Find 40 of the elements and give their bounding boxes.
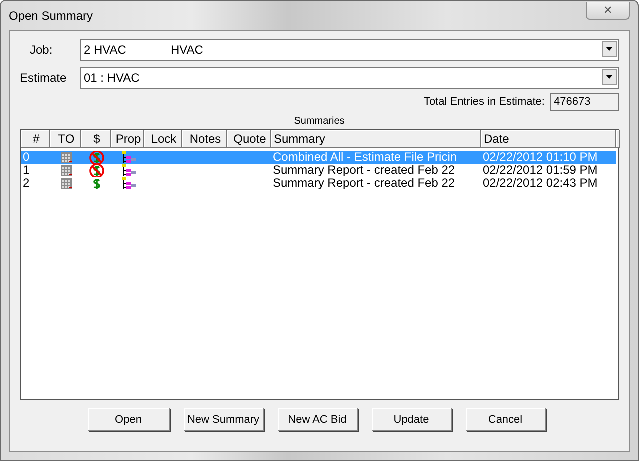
table-cell-text: Summary Report - created Feb 22	[272, 164, 456, 177]
table-cell-text: 1	[22, 164, 31, 177]
column-header[interactable]: Notes	[182, 130, 227, 148]
summaries-caption: Summaries	[294, 116, 345, 127]
column-header[interactable]: TO	[50, 130, 81, 148]
table-cell-text: Summary Report - created Feb 22	[272, 177, 456, 190]
column-header[interactable]: Lock	[144, 130, 182, 148]
total-entries-field: 476673	[550, 93, 619, 111]
estimate-dropdown[interactable]: 01 : HVAC	[80, 67, 619, 89]
list-row[interactable]: 1 Summary Report - created Feb 22 02/22/2012 01:59 PM	[21, 164, 616, 177]
window-title: Open Summary	[9, 8, 94, 22]
hierarchy-icon	[122, 151, 136, 164]
estimate-label: Estimate	[20, 71, 68, 85]
table-cell-text: 2	[22, 177, 31, 190]
column-header[interactable]: Date	[481, 130, 616, 148]
calendar-icon	[61, 165, 72, 176]
table-cell-text: Combined All - Estimate File Pricin	[272, 151, 458, 164]
job-dropdown[interactable]: 2 HVAC HVAC	[80, 39, 619, 61]
table-cell-text: 02/22/2012 02:43 PM	[482, 177, 599, 190]
table-cell-text: 0	[22, 151, 31, 164]
table-cell-text: 02/22/2012 01:59 PM	[482, 164, 599, 177]
column-header[interactable]: Quote	[227, 130, 271, 148]
hierarchy-icon	[122, 177, 136, 190]
dialog-button[interactable]: New AC Bid	[278, 408, 358, 431]
column-header[interactable]: $	[81, 130, 111, 148]
job-label: Job:	[29, 43, 54, 57]
calendar-icon	[61, 178, 72, 189]
hierarchy-icon	[122, 164, 136, 177]
calendar-icon	[61, 152, 72, 163]
close-button[interactable]: ✕	[586, 2, 630, 20]
total-entries-label: Total Entries in Estimate:	[424, 96, 545, 108]
column-header[interactable]: #	[21, 130, 50, 148]
column-header[interactable]: Summary	[271, 130, 481, 148]
dialog-button[interactable]: Update	[372, 408, 452, 431]
dialog-button[interactable]: Open	[88, 408, 170, 431]
column-header[interactable]: Prop	[111, 130, 144, 148]
table-cell-text: 02/22/2012 01:10 PM	[482, 151, 599, 164]
dialog-button[interactable]: New Summary	[184, 408, 264, 431]
list-row[interactable]: 2 Summary Report - created Feb 22 02/22/2012 02:43 PM	[21, 177, 616, 190]
dialog-button[interactable]: Cancel	[466, 408, 546, 431]
